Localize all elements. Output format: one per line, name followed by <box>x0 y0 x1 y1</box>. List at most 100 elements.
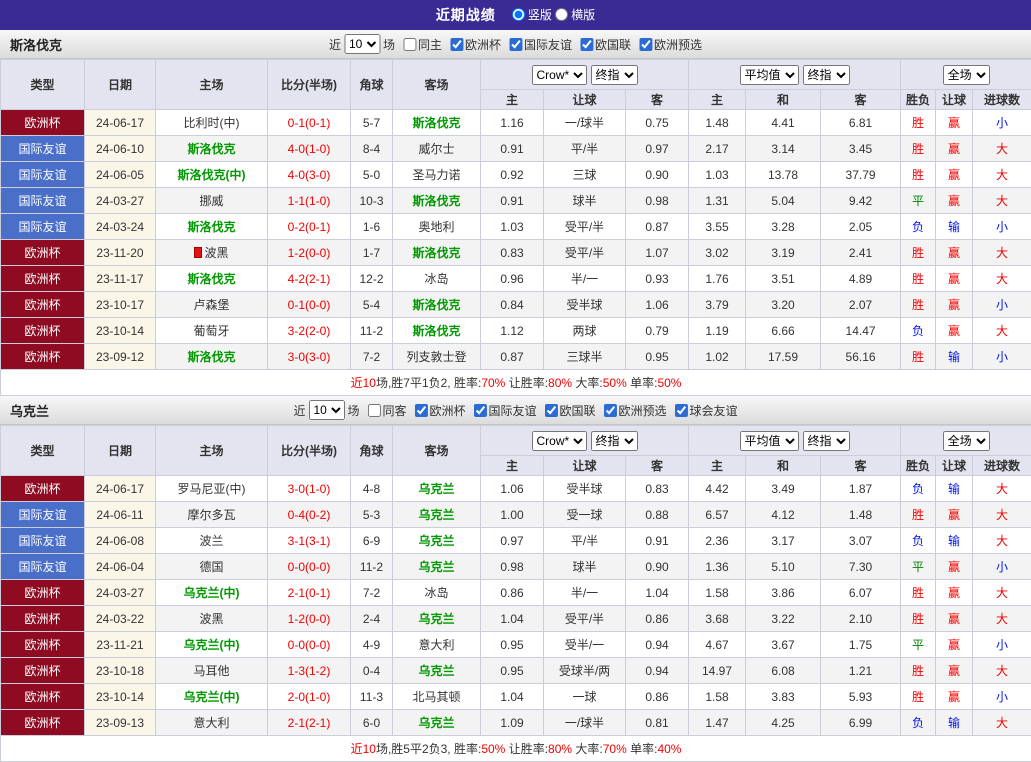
home-team[interactable]: 摩尔多瓦 <box>156 502 268 528</box>
away-team[interactable]: 列支敦士登 <box>393 344 481 370</box>
recent-count-select[interactable]: 10 <box>344 34 380 54</box>
league-filter-checkbox[interactable]: 欧洲杯 <box>450 36 501 53</box>
odds-stage-select[interactable]: 终指 <box>591 65 638 85</box>
home-team[interactable]: 卢森堡 <box>156 292 268 318</box>
odds-home: 1.04 <box>481 684 544 710</box>
home-team[interactable]: 德国 <box>156 554 268 580</box>
odds-home: 1.12 <box>481 318 544 344</box>
score[interactable]: 3-0(1-0) <box>268 476 351 502</box>
score[interactable]: 1-2(0-0) <box>268 240 351 266</box>
away-team[interactable]: 奥地利 <box>393 214 481 240</box>
league-filter-checkbox[interactable]: 欧国联 <box>580 36 631 53</box>
league-filter-checkbox[interactable]: 欧国联 <box>545 402 596 419</box>
games-label: 场 <box>347 402 359 419</box>
away-team[interactable]: 乌克兰 <box>393 528 481 554</box>
games-label: 场 <box>383 36 395 53</box>
score[interactable]: 0-2(0-1) <box>268 214 351 240</box>
same-venue-checkbox[interactable]: 同客 <box>367 402 406 419</box>
score[interactable]: 2-1(0-1) <box>268 580 351 606</box>
league-filter-checkbox[interactable]: 国际友谊 <box>474 402 537 419</box>
home-team[interactable]: 意大利 <box>156 710 268 736</box>
layout-radio-vertical[interactable]: 竖版 <box>512 6 552 23</box>
away-team[interactable]: 意大利 <box>393 632 481 658</box>
score[interactable]: 4-0(3-0) <box>268 162 351 188</box>
bookmaker-select[interactable]: Crow* <box>532 65 587 85</box>
odds-stage-select-2[interactable]: 终指 <box>803 65 850 85</box>
home-team[interactable]: 斯洛伐克 <box>156 266 268 292</box>
away-team[interactable]: 乌克兰 <box>393 658 481 684</box>
odds-group-1: Crow*终指 <box>481 426 689 456</box>
away-team[interactable]: 冰岛 <box>393 580 481 606</box>
average-select[interactable]: 平均值 <box>740 431 799 451</box>
score[interactable]: 1-1(1-0) <box>268 188 351 214</box>
away-team[interactable]: 冰岛 <box>393 266 481 292</box>
score[interactable]: 1-2(0-0) <box>268 606 351 632</box>
score[interactable]: 0-1(0-0) <box>268 292 351 318</box>
away-team[interactable]: 圣马力诺 <box>393 162 481 188</box>
league-filter-checkbox[interactable]: 球会友谊 <box>675 402 738 419</box>
home-team[interactable]: 波兰 <box>156 528 268 554</box>
away-team[interactable]: 斯洛伐克 <box>393 188 481 214</box>
score[interactable]: 0-4(0-2) <box>268 502 351 528</box>
home-team[interactable]: 波黑 <box>156 240 268 266</box>
odds-handicap: 平/半 <box>544 136 626 162</box>
period-select[interactable]: 全场 <box>943 65 990 85</box>
odds-stage-select-2[interactable]: 终指 <box>803 431 850 451</box>
odds-handicap: 球半 <box>544 188 626 214</box>
score[interactable]: 2-1(2-1) <box>268 710 351 736</box>
home-team[interactable]: 波黑 <box>156 606 268 632</box>
league-filter-checkbox[interactable]: 欧洲预选 <box>604 402 667 419</box>
home-team[interactable]: 斯洛伐克(中) <box>156 162 268 188</box>
score[interactable]: 1-3(1-2) <box>268 658 351 684</box>
home-team[interactable]: 乌克兰(中) <box>156 684 268 710</box>
home-team[interactable]: 葡萄牙 <box>156 318 268 344</box>
league-filter-checkbox[interactable]: 欧洲预选 <box>639 36 702 53</box>
odds-away: 0.94 <box>626 658 689 684</box>
league-filter-checkbox[interactable]: 国际友谊 <box>509 36 572 53</box>
home-team[interactable]: 乌克兰(中) <box>156 632 268 658</box>
column-header: 主场 <box>156 60 268 110</box>
away-team[interactable]: 乌克兰 <box>393 606 481 632</box>
score[interactable]: 4-0(1-0) <box>268 136 351 162</box>
column-header: 客场 <box>393 60 481 110</box>
home-team[interactable]: 挪威 <box>156 188 268 214</box>
away-team[interactable]: 北马其顿 <box>393 684 481 710</box>
away-team[interactable]: 斯洛伐克 <box>393 240 481 266</box>
recent-count-select[interactable]: 10 <box>308 400 344 420</box>
league-badge: 欧洲杯 <box>1 318 85 344</box>
avg-home: 1.02 <box>689 344 746 370</box>
home-team[interactable]: 罗马尼亚(中) <box>156 476 268 502</box>
home-team[interactable]: 斯洛伐克 <box>156 136 268 162</box>
score[interactable]: 3-0(3-0) <box>268 344 351 370</box>
avg-home: 3.02 <box>689 240 746 266</box>
score[interactable]: 4-2(2-1) <box>268 266 351 292</box>
home-team[interactable]: 斯洛伐克 <box>156 214 268 240</box>
corner-score: 11-2 <box>351 318 393 344</box>
score[interactable]: 0-0(0-0) <box>268 632 351 658</box>
score[interactable]: 3-2(2-0) <box>268 318 351 344</box>
layout-radio-horizontal[interactable]: 横版 <box>555 6 595 23</box>
home-team[interactable]: 乌克兰(中) <box>156 580 268 606</box>
corner-score: 1-6 <box>351 214 393 240</box>
score[interactable]: 3-1(3-1) <box>268 528 351 554</box>
away-team[interactable]: 斯洛伐克 <box>393 318 481 344</box>
score[interactable]: 0-0(0-0) <box>268 554 351 580</box>
bookmaker-select[interactable]: Crow* <box>532 431 587 451</box>
score[interactable]: 0-1(0-1) <box>268 110 351 136</box>
away-team[interactable]: 斯洛伐克 <box>393 110 481 136</box>
score[interactable]: 2-0(1-0) <box>268 684 351 710</box>
league-filter-checkbox[interactable]: 欧洲杯 <box>414 402 465 419</box>
away-team[interactable]: 乌克兰 <box>393 502 481 528</box>
away-team[interactable]: 乌克兰 <box>393 476 481 502</box>
period-select[interactable]: 全场 <box>943 431 990 451</box>
away-team[interactable]: 乌克兰 <box>393 710 481 736</box>
away-team[interactable]: 威尔士 <box>393 136 481 162</box>
odds-stage-select[interactable]: 终指 <box>591 431 638 451</box>
home-team[interactable]: 马耳他 <box>156 658 268 684</box>
home-team[interactable]: 斯洛伐克 <box>156 344 268 370</box>
away-team[interactable]: 斯洛伐克 <box>393 292 481 318</box>
home-team[interactable]: 比利时(中) <box>156 110 268 136</box>
away-team[interactable]: 乌克兰 <box>393 554 481 580</box>
same-venue-checkbox[interactable]: 同主 <box>403 36 442 53</box>
average-select[interactable]: 平均值 <box>740 65 799 85</box>
